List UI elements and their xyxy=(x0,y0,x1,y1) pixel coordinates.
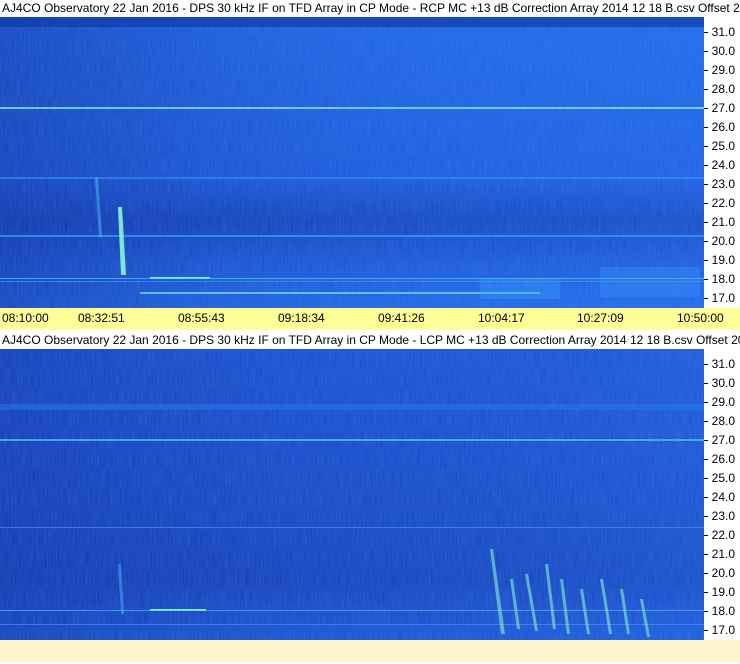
y-tick-label: 17.0 xyxy=(711,623,735,637)
time-tick-label: 08:10:00 xyxy=(2,311,49,325)
spectrogram-image: 31.0 30.0 29.0 28.0 27.0 26.0 25.0 24.0 … xyxy=(0,17,740,308)
tick-mark xyxy=(704,184,708,185)
tick-mark xyxy=(704,146,708,147)
tick-mark xyxy=(704,516,708,517)
tick-mark xyxy=(704,440,708,441)
time-axis xyxy=(0,640,740,662)
time-tick-label: 09:18:34 xyxy=(278,311,325,325)
spectrogram-rcp-svg xyxy=(0,17,740,308)
time-tick-label: 10:50:00 xyxy=(677,311,724,325)
time-tick-label: 08:32:51 xyxy=(78,311,125,325)
spectrogram-panel-rcp: AJ4CO Observatory 22 Jan 2016 - DPS 30 k… xyxy=(0,0,740,332)
tick-mark xyxy=(704,298,708,299)
tick-mark xyxy=(704,127,708,128)
y-tick-label: 27.0 xyxy=(711,101,735,115)
tick-mark xyxy=(704,203,708,204)
tick-mark xyxy=(704,279,708,280)
y-tick-label: 29.0 xyxy=(711,395,735,409)
tick-mark xyxy=(704,554,708,555)
panel-title: AJ4CO Observatory 22 Jan 2016 - DPS 30 k… xyxy=(0,332,740,349)
y-tick-label: 20.0 xyxy=(711,566,735,580)
y-tick-label: 23.0 xyxy=(711,509,735,523)
y-tick-label: 18.0 xyxy=(711,272,735,286)
y-tick-label: 26.0 xyxy=(711,120,735,134)
tick-mark xyxy=(704,165,708,166)
spectrogram-image: 31.0 30.0 29.0 28.0 27.0 26.0 25.0 24.0 … xyxy=(0,349,740,640)
y-tick-label: 31.0 xyxy=(711,357,735,371)
tick-mark xyxy=(704,89,708,90)
tick-mark xyxy=(704,383,708,384)
y-tick-label: 31.0 xyxy=(711,25,735,39)
frequency-axis: 31.0 30.0 29.0 28.0 27.0 26.0 25.0 24.0 … xyxy=(704,17,740,308)
tick-mark xyxy=(704,592,708,593)
y-tick-label: 26.0 xyxy=(711,452,735,466)
tick-mark xyxy=(704,222,708,223)
tick-mark xyxy=(704,51,708,52)
y-tick-label: 24.0 xyxy=(711,158,735,172)
spectrogram-lcp-svg xyxy=(0,349,740,640)
tick-mark xyxy=(704,402,708,403)
y-tick-label: 30.0 xyxy=(711,44,735,58)
y-tick-label: 20.0 xyxy=(711,234,735,248)
tick-mark xyxy=(704,70,708,71)
tick-mark xyxy=(704,497,708,498)
tick-mark xyxy=(704,478,708,479)
frequency-axis: 31.0 30.0 29.0 28.0 27.0 26.0 25.0 24.0 … xyxy=(704,349,740,640)
y-tick-label: 28.0 xyxy=(711,82,735,96)
tick-mark xyxy=(704,260,708,261)
y-tick-label: 21.0 xyxy=(711,547,735,561)
y-tick-label: 25.0 xyxy=(711,471,735,485)
y-tick-label: 29.0 xyxy=(711,63,735,77)
y-tick-label: 25.0 xyxy=(711,139,735,153)
panel-title: AJ4CO Observatory 22 Jan 2016 - DPS 30 k… xyxy=(0,0,740,17)
y-tick-label: 22.0 xyxy=(711,196,735,210)
y-tick-label: 28.0 xyxy=(711,414,735,428)
y-tick-label: 24.0 xyxy=(711,490,735,504)
tick-mark xyxy=(704,573,708,574)
time-tick-label: 09:41:26 xyxy=(378,311,425,325)
time-axis: 08:10:00 08:32:51 08:55:43 09:18:34 09:4… xyxy=(0,308,740,330)
tick-mark xyxy=(704,535,708,536)
tick-mark xyxy=(704,364,708,365)
tick-mark xyxy=(704,32,708,33)
tick-mark xyxy=(704,241,708,242)
tick-mark xyxy=(704,630,708,631)
y-tick-label: 30.0 xyxy=(711,376,735,390)
tick-mark xyxy=(704,421,708,422)
y-tick-label: 27.0 xyxy=(711,433,735,447)
time-tick-label: 10:27:09 xyxy=(577,311,624,325)
tick-mark xyxy=(704,611,708,612)
tick-mark xyxy=(704,108,708,109)
y-tick-label: 18.0 xyxy=(711,604,735,618)
spectrogram-panel-lcp: AJ4CO Observatory 22 Jan 2016 - DPS 30 k… xyxy=(0,332,740,664)
time-tick-label: 10:04:17 xyxy=(478,311,525,325)
y-tick-label: 17.0 xyxy=(711,291,735,305)
y-tick-label: 19.0 xyxy=(711,585,735,599)
tick-mark xyxy=(704,459,708,460)
y-tick-label: 19.0 xyxy=(711,253,735,267)
y-tick-label: 23.0 xyxy=(711,177,735,191)
y-tick-label: 22.0 xyxy=(711,528,735,542)
y-tick-label: 21.0 xyxy=(711,215,735,229)
time-tick-label: 08:55:43 xyxy=(178,311,225,325)
